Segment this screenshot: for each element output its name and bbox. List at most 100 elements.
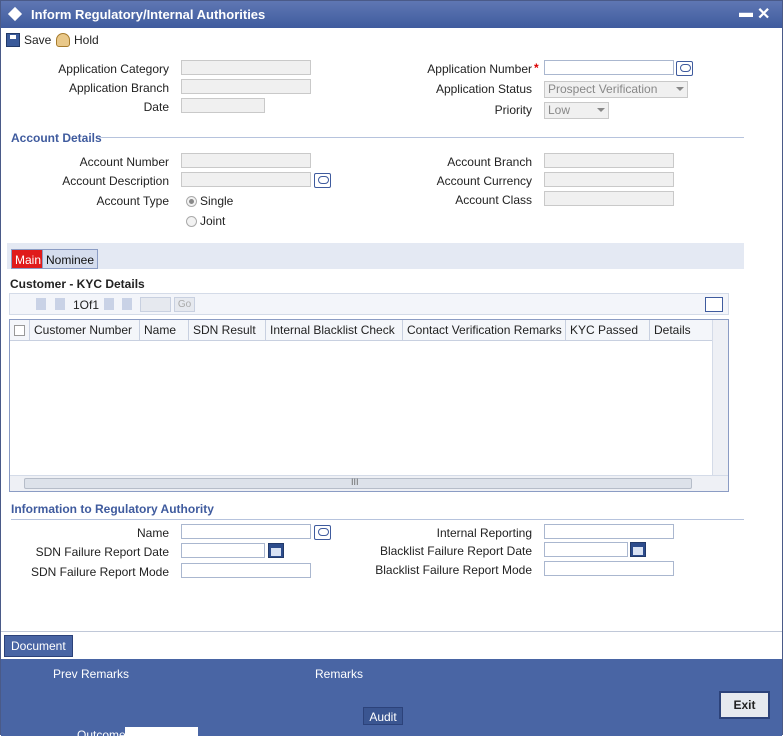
first-page-icon[interactable]	[36, 298, 46, 310]
account-type-label: Account Type	[96, 194, 170, 208]
date-label: Date	[143, 100, 169, 114]
blacklist-failure-mode-field[interactable]	[544, 561, 674, 576]
calendar-icon[interactable]	[630, 542, 646, 557]
account-type-joint-label: Joint	[200, 214, 226, 228]
exit-button[interactable]: Exit	[719, 691, 770, 719]
col-name[interactable]: Name	[140, 320, 189, 341]
hold-icon	[56, 33, 70, 47]
account-class-field[interactable]	[544, 191, 674, 206]
close-icon[interactable]: ✕	[757, 4, 770, 24]
chevron-down-icon	[597, 108, 605, 112]
title-bar: Inform Regulatory/Internal Authorities ▬…	[1, 1, 782, 28]
account-type-single-label: Single	[200, 194, 234, 208]
priority-value: Low	[548, 103, 571, 117]
calendar-icon[interactable]	[268, 543, 284, 558]
priority-label: Priority	[494, 103, 532, 117]
application-window: Inform Regulatory/Internal Authorities ▬…	[0, 0, 783, 742]
window-title: Inform Regulatory/Internal Authorities	[31, 7, 266, 22]
account-details-title: Account Details	[11, 131, 102, 145]
col-customer-number[interactable]: Customer Number	[30, 320, 140, 341]
application-number-field[interactable]	[544, 60, 674, 75]
blacklist-failure-date-field[interactable]	[544, 542, 628, 557]
application-category-field[interactable]	[181, 60, 311, 75]
chevron-down-icon	[676, 87, 684, 91]
horizontal-scrollbar[interactable]: III	[10, 475, 728, 491]
page-number-input[interactable]	[140, 297, 171, 312]
app-logo-icon	[7, 6, 23, 22]
account-currency-label: Account Currency	[436, 174, 532, 188]
lov-search-icon[interactable]	[676, 61, 693, 76]
next-page-icon[interactable]	[104, 298, 114, 310]
save-button[interactable]: Save	[6, 32, 51, 48]
blacklist-failure-date-label: Blacklist Failure Report Date	[379, 544, 532, 558]
blacklist-failure-mode-label: Blacklist Failure Report Mode	[375, 563, 532, 577]
go-button[interactable]: Go	[174, 297, 195, 312]
toolbar: Save Hold	[1, 28, 782, 52]
remarks-label: Remarks	[315, 667, 364, 681]
sdn-failure-date-field[interactable]	[181, 543, 265, 558]
col-details[interactable]: Details	[650, 320, 713, 341]
account-type-single-radio[interactable]	[186, 196, 197, 207]
document-button[interactable]: Document	[4, 635, 73, 657]
account-branch-field[interactable]	[544, 153, 674, 168]
col-sdn-result[interactable]: SDN Result	[189, 320, 266, 341]
kyc-grid: Customer Number Name SDN Result Internal…	[9, 319, 729, 492]
hold-button[interactable]: Hold	[56, 32, 99, 48]
section-divider	[11, 519, 744, 520]
tab-strip: Main Nominee	[7, 243, 744, 269]
tab-main[interactable]: Main	[11, 249, 46, 269]
internal-reporting-field[interactable]	[544, 524, 674, 539]
reg-name-field[interactable]	[181, 524, 311, 539]
application-status-select[interactable]: Prospect Verification	[544, 81, 688, 98]
scroll-grip: III	[351, 477, 359, 487]
sdn-failure-mode-field[interactable]	[181, 563, 311, 578]
last-page-icon[interactable]	[122, 298, 132, 310]
prev-remarks-label: Prev Remarks	[53, 667, 130, 681]
account-number-label: Account Number	[79, 155, 169, 169]
column-settings-icon[interactable]	[705, 297, 723, 312]
regulatory-info-title: Information to Regulatory Authority	[11, 502, 214, 516]
footer-divider	[1, 631, 782, 632]
grid-pager: 1Of1 Go	[9, 293, 729, 315]
application-status-label: Application Status	[435, 82, 532, 96]
account-type-joint-radio[interactable]	[186, 216, 197, 227]
audit-button[interactable]: Audit	[363, 707, 403, 725]
priority-select[interactable]: Low	[544, 102, 609, 119]
outcome-label: Outcome	[77, 728, 126, 742]
application-branch-label: Application Branch	[68, 81, 169, 95]
sdn-failure-date-label: SDN Failure Report Date	[35, 545, 169, 559]
account-class-label: Account Class	[455, 193, 532, 207]
select-all-checkbox[interactable]	[14, 325, 25, 336]
application-category-label: Application Category	[58, 62, 169, 76]
lov-search-icon[interactable]	[314, 525, 331, 540]
lov-search-icon[interactable]	[314, 173, 331, 188]
vertical-scrollbar[interactable]	[712, 320, 728, 476]
application-status-value: Prospect Verification	[548, 82, 658, 96]
kyc-details-title: Customer - KYC Details	[10, 277, 145, 291]
save-icon	[6, 33, 20, 47]
section-divider	[101, 137, 744, 138]
date-field[interactable]	[181, 98, 265, 113]
previous-page-icon[interactable]	[55, 298, 65, 310]
account-description-field[interactable]	[181, 172, 311, 187]
minimize-icon[interactable]: ▬	[739, 4, 753, 20]
reg-name-label: Name	[136, 526, 169, 540]
sdn-failure-mode-label: SDN Failure Report Mode	[30, 565, 169, 579]
col-internal-blacklist-check[interactable]: Internal Blacklist Check	[266, 320, 403, 341]
select-all-cell	[10, 320, 30, 341]
scrollbar-thumb[interactable]: III	[24, 477, 692, 489]
page-indicator: 1Of1	[73, 298, 100, 312]
account-branch-label: Account Branch	[447, 155, 532, 169]
hold-label: Hold	[74, 33, 99, 47]
application-branch-field[interactable]	[181, 79, 311, 94]
account-description-label: Account Description	[62, 174, 169, 188]
grid-header-row: Customer Number Name SDN Result Internal…	[10, 320, 713, 341]
col-kyc-passed[interactable]: KYC Passed	[566, 320, 650, 341]
required-marker: *	[534, 61, 539, 75]
account-number-field[interactable]	[181, 153, 311, 168]
tab-nominee[interactable]: Nominee	[42, 249, 99, 269]
account-currency-field[interactable]	[544, 172, 674, 187]
save-label: Save	[24, 33, 52, 47]
col-contact-verification-remarks[interactable]: Contact Verification Remarks	[403, 320, 566, 341]
outcome-field[interactable]	[125, 727, 198, 739]
